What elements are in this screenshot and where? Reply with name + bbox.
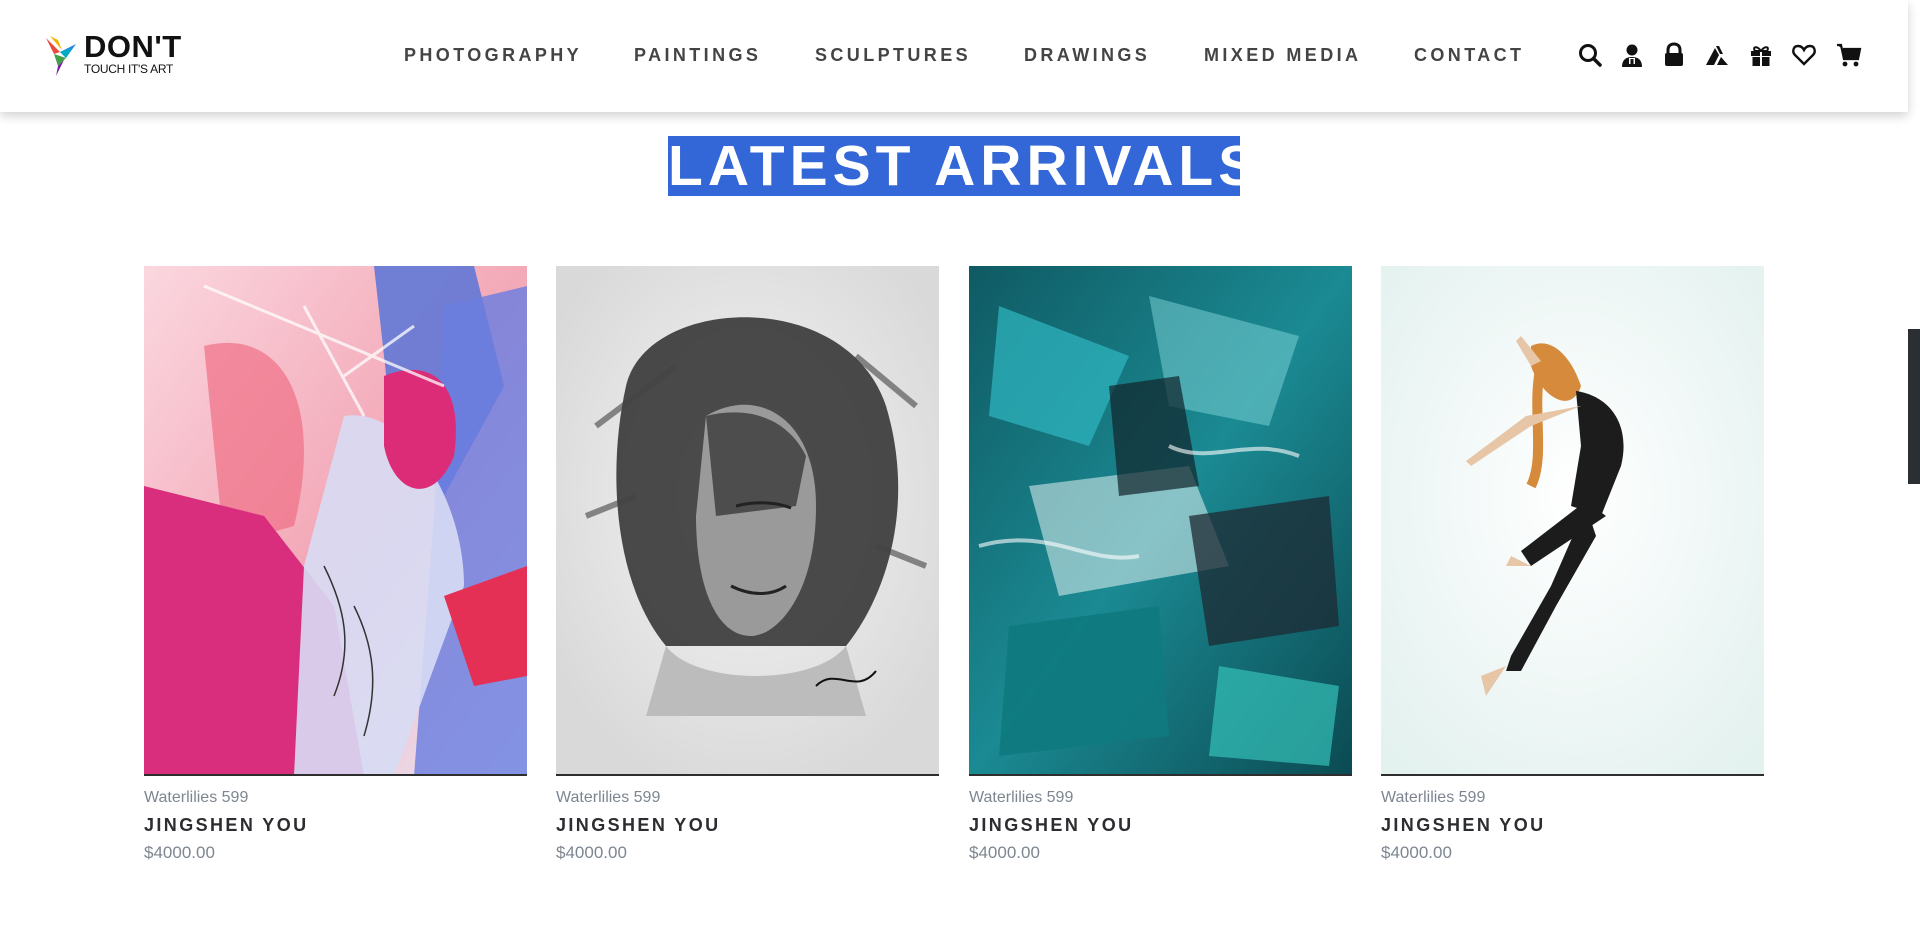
header-icon-bar [0,40,1908,70]
gift-icon[interactable] [1746,40,1776,70]
product-card[interactable]: Waterlilies 599 JINGSHEN YOU $4000.00 [969,266,1352,863]
artist-icon[interactable] [1702,40,1732,70]
account-icon[interactable] [1617,40,1647,70]
product-image-abstract-figures[interactable] [144,266,527,776]
product-card[interactable]: Waterlilies 599 JINGSHEN YOU $4000.00 [1381,266,1764,863]
product-artist[interactable]: JINGSHEN YOU [144,815,527,835]
product-artist[interactable]: JINGSHEN YOU [969,815,1352,835]
product-series: Waterlilies 599 [969,789,1074,806]
product-image-charcoal-portrait[interactable] [556,266,939,776]
product-price: $4000.00 [144,843,215,862]
side-scroll-tab[interactable] [1908,329,1920,484]
cart-icon[interactable] [1834,40,1864,70]
wishlist-heart-icon[interactable] [1789,40,1819,70]
section-title: LATEST ARRIVALS [668,134,1262,198]
product-artist[interactable]: JINGSHEN YOU [1381,815,1764,835]
product-price: $4000.00 [1381,843,1452,862]
product-image-dancer-photo[interactable] [1381,266,1764,776]
product-artist[interactable]: JINGSHEN YOU [556,815,939,835]
product-card[interactable]: Waterlilies 599 JINGSHEN YOU $4000.00 [144,266,527,863]
site-header: DON'T TOUCH IT'S ART PHOTOGRAPHY PAINTIN… [0,0,1908,112]
product-series: Waterlilies 599 [1381,789,1486,806]
product-price: $4000.00 [969,843,1040,862]
product-price: $4000.00 [556,843,627,862]
product-series: Waterlilies 599 [556,789,661,806]
search-icon[interactable] [1575,40,1605,70]
product-image-teal-abstract[interactable] [969,266,1352,776]
product-series: Waterlilies 599 [144,789,249,806]
product-card[interactable]: Waterlilies 599 JINGSHEN YOU $4000.00 [556,266,939,863]
lock-icon[interactable] [1659,40,1689,70]
